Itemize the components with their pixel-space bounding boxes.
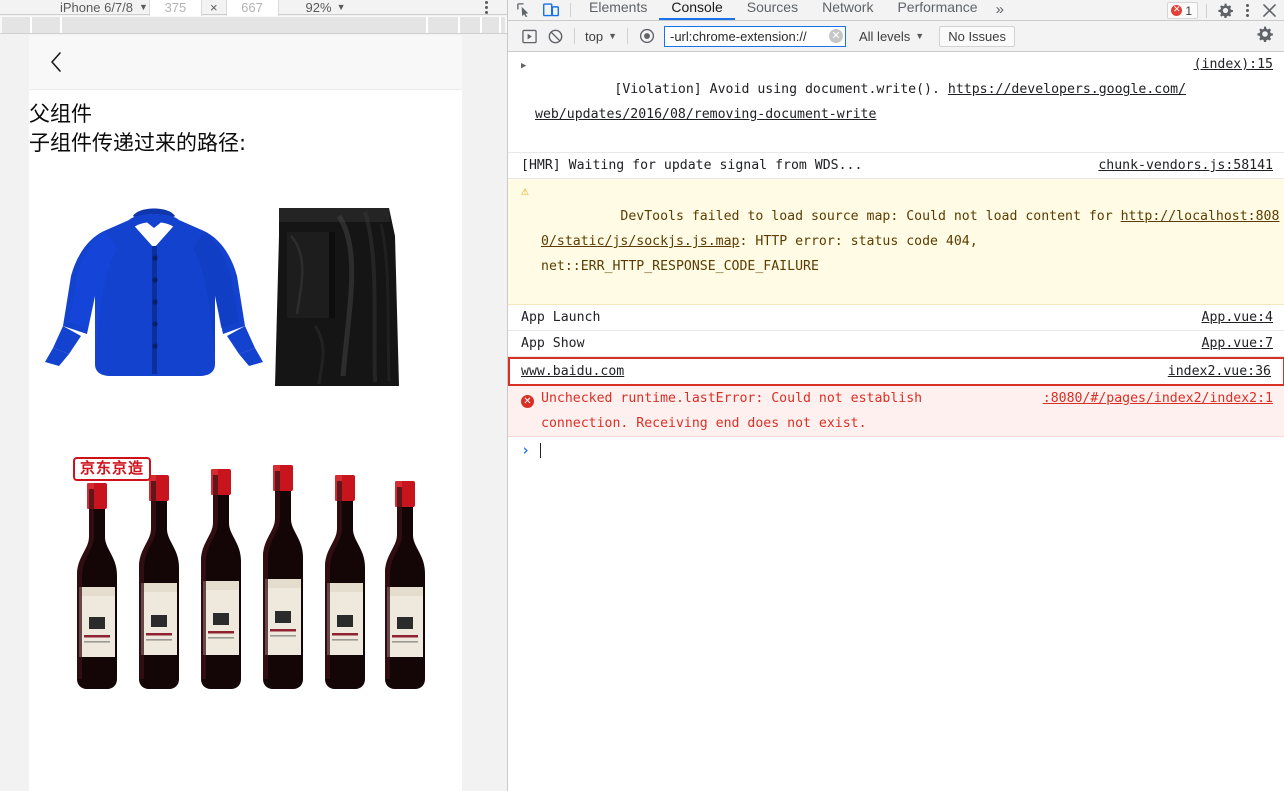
device-selector[interactable]: iPhone 6/7/8 ▼	[60, 0, 148, 15]
page-nav-bar	[29, 35, 462, 90]
emulated-viewport-background: 父组件 子组件传递过来的路径: 京东京造	[0, 35, 507, 791]
tab-console[interactable]: Console	[659, 0, 735, 20]
console-message-text: [Violation] Avoid using document.write()…	[614, 82, 948, 97]
console-filter-value: -url:chrome-extension://	[670, 28, 807, 44]
chevron-down-icon: ▼	[915, 30, 925, 41]
console-toolbar: top ▼ -url:chrome-extension:// ✕ All lev…	[508, 21, 1284, 52]
page-title-block: 父组件 子组件传递过来的路径:	[29, 90, 462, 158]
tab-performance[interactable]: Performance	[885, 0, 989, 20]
console-message-text: App Show	[521, 336, 585, 351]
console-source-link[interactable]: App.vue:4	[1202, 310, 1273, 325]
devtools-main-menu-icon[interactable]	[1237, 1, 1257, 21]
warning-triangle-icon: ⚠	[521, 184, 529, 199]
viewport-height-input[interactable]: 667	[225, 0, 279, 17]
error-circle-icon: ✕	[1171, 5, 1183, 16]
console-row-app-show[interactable]: App Show App.vue:7	[508, 331, 1284, 357]
tab-list: Elements Console Sources Network Perform…	[577, 0, 1012, 20]
back-chevron-icon[interactable]	[45, 51, 67, 73]
console-message-text: App Launch	[521, 310, 601, 325]
console-filter-input[interactable]: -url:chrome-extension:// ✕	[664, 25, 846, 47]
tab-elements[interactable]: Elements	[577, 0, 659, 20]
console-source-link[interactable]: chunk-vendors.js:58141	[1098, 158, 1273, 173]
execution-context-label: top	[585, 28, 604, 44]
error-count-badge[interactable]: ✕ 1	[1167, 2, 1198, 19]
console-row-highlighted[interactable]: www.baidu.com index2.vue:36	[508, 357, 1284, 386]
zoom-selector[interactable]: 92% ▼	[306, 0, 346, 15]
clothing-product-image	[29, 176, 462, 411]
dimension-separator: ×	[209, 0, 218, 15]
no-entry-icon[interactable]	[542, 23, 568, 49]
error-count-label: 1	[1185, 3, 1192, 18]
wine-product-image: 京东京造	[29, 449, 462, 694]
error-circle-icon: ✕	[521, 386, 541, 436]
close-icon[interactable]	[1259, 1, 1279, 21]
console-message-text: [HMR] Waiting for update signal from WDS…	[521, 158, 863, 173]
console-row-error[interactable]: ✕ Unchecked runtime.lastError: Could not…	[508, 386, 1284, 437]
prompt-chevron-icon: ›	[521, 441, 531, 459]
console-row-sourcemap-warning[interactable]: ⚠ DevTools failed to load source map: Co…	[508, 179, 1284, 305]
log-level-selector[interactable]: All levels ▼	[856, 29, 927, 44]
console-settings-gear-icon[interactable]	[1257, 26, 1277, 46]
console-source-link[interactable]: App.vue:7	[1202, 336, 1273, 351]
console-message-text-pre: DevTools failed to load source map: Coul…	[620, 209, 1121, 224]
page-subtitle: 子组件传递过来的路径:	[29, 131, 247, 155]
tab-sources[interactable]: Sources	[735, 0, 810, 20]
issues-button[interactable]: No Issues	[939, 25, 1016, 47]
emulated-page: 父组件 子组件传递过来的路径: 京东京造	[29, 35, 462, 791]
gear-icon[interactable]	[1215, 1, 1235, 21]
viewport-width-input[interactable]: 375	[148, 0, 202, 17]
brand-badge: 京东京造	[73, 457, 152, 481]
console-message-text: www.baidu.com	[521, 364, 625, 379]
chevron-down-icon: ▼	[139, 1, 148, 12]
console-source-link[interactable]: :8080/#/pages/index2/index2:1	[1043, 391, 1273, 406]
console-source-link[interactable]: index2.vue:36	[1168, 364, 1271, 379]
more-tabs-icon[interactable]: »	[990, 1, 1012, 20]
device-toolbar-icon[interactable]	[542, 1, 560, 19]
devtools-tab-strip: Elements Console Sources Network Perform…	[508, 0, 1284, 21]
console-prompt[interactable]: ›	[508, 437, 1284, 463]
console-message-text: Unchecked runtime.lastError: Could not e…	[541, 391, 923, 431]
viewport-ruler	[0, 16, 507, 34]
console-message-list[interactable]: ▶ [Violation] Avoid using document.write…	[508, 52, 1284, 791]
devtools-panel: Elements Console Sources Network Perform…	[507, 0, 1284, 791]
prompt-text-caret[interactable]	[540, 442, 542, 458]
device-name-label: iPhone 6/7/8	[60, 0, 134, 15]
execution-context-selector[interactable]: top ▼	[581, 29, 621, 44]
tab-network[interactable]: Network	[810, 0, 885, 20]
console-row-hmr[interactable]: [HMR] Waiting for update signal from WDS…	[508, 153, 1284, 179]
device-toolbar: iPhone 6/7/8 ▼ 375 × 667 92% ▼	[0, 0, 507, 17]
chevron-down-icon: ▼	[608, 30, 617, 41]
live-expression-eye-icon[interactable]	[634, 23, 660, 49]
page-title: 父组件	[29, 102, 92, 126]
log-level-label: All levels	[859, 28, 911, 44]
expand-triangle-icon[interactable]: ▶	[521, 52, 535, 152]
console-row-violation[interactable]: ▶ [Violation] Avoid using document.write…	[508, 52, 1284, 153]
inspect-element-icon[interactable]	[514, 1, 532, 19]
chevron-down-icon: ▼	[336, 1, 346, 12]
console-source-link[interactable]: (index):15	[1194, 57, 1273, 72]
zoom-label: 92%	[305, 0, 332, 15]
clear-console-icon[interactable]	[516, 23, 542, 49]
console-row-app-launch[interactable]: App Launch App.vue:4	[508, 305, 1284, 331]
device-emulation-pane: iPhone 6/7/8 ▼ 375 × 667 92% ▼ 父组件 子组件传递…	[0, 0, 507, 791]
clear-filter-icon[interactable]: ✕	[829, 29, 843, 43]
